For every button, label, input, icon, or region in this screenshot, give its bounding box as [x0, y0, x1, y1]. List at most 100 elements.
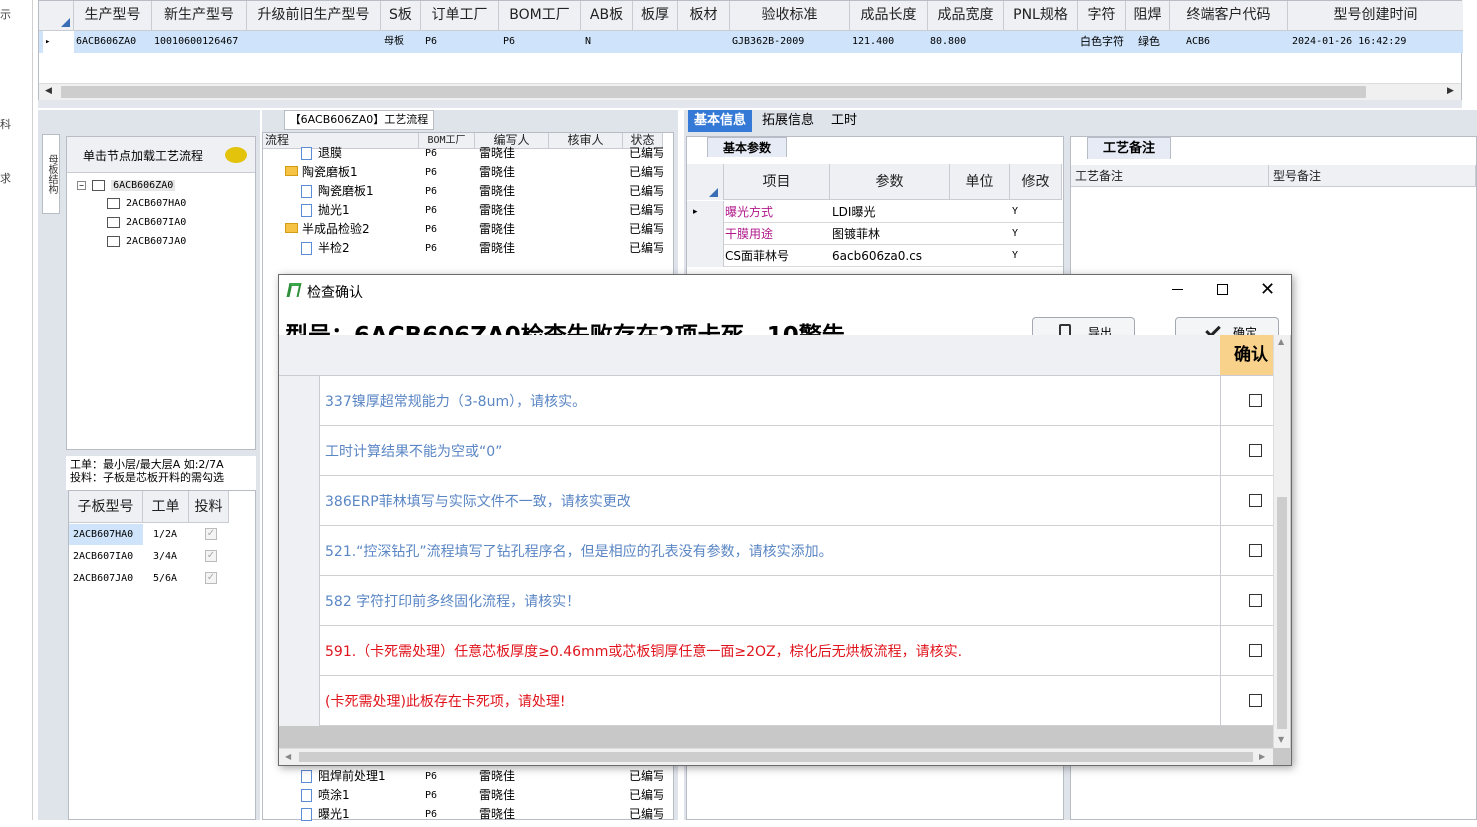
tree-child-3[interactable]: 2ACB607JA0	[107, 233, 186, 251]
col-created[interactable]: 型号创建时间	[1288, 1, 1463, 30]
scroll-left-icon[interactable]: ◀	[45, 86, 52, 96]
process-row[interactable]: 曝光1 P6 雷晓佳 已编写	[263, 805, 663, 824]
hscroll-thumb[interactable]	[299, 752, 1253, 762]
basic-col-unit[interactable]: 单位	[950, 164, 1010, 200]
basic-col-param[interactable]: 参数	[830, 164, 950, 200]
remark-col-process[interactable]: 工艺备注	[1071, 165, 1269, 187]
process-title-tab[interactable]: 【6ACB606ZA0】工艺流程	[284, 110, 434, 130]
col-order-factory[interactable]: 订单工厂	[421, 1, 499, 30]
ok-button[interactable]: 确定	[1175, 317, 1279, 337]
basic-param-row[interactable]: 干膜用途 图镀菲林 Y	[687, 223, 1063, 245]
scroll-up-icon[interactable]: ▲	[1278, 337, 1284, 346]
result-row[interactable]: 386ERP菲林填写与实际文件不一致，请核实更改	[279, 476, 1273, 526]
sub-col-model[interactable]: 子板型号	[69, 491, 143, 523]
col-new-model[interactable]: 新生产型号	[152, 1, 247, 30]
sub-row-2-feed-checkbox[interactable]: ✓	[205, 550, 217, 562]
process-row[interactable]: 半成品检验2 P6 雷晓佳 已编写	[263, 220, 663, 239]
grid-hscrollbar[interactable]: ◀ ▶	[279, 748, 1273, 765]
process-bom: P6	[425, 148, 438, 159]
sub-row-1[interactable]: 2ACB607HA0	[69, 524, 143, 545]
col-thickness[interactable]: 板厚	[633, 1, 678, 30]
tab-extended-info[interactable]: 拓展信息	[756, 110, 820, 132]
process-status: 已编写	[629, 241, 663, 255]
basic-param-row[interactable]: CS面菲林号 6acb606za0.cs Y	[687, 245, 1063, 267]
top-grid-hscroll-thumb[interactable]	[61, 86, 1366, 98]
col-solder[interactable]: 阻焊	[1126, 1, 1170, 30]
basic-col-item[interactable]: 项目	[724, 164, 830, 200]
process-row[interactable]: 阻焊前处理1 P6 雷晓佳 已编写	[263, 767, 663, 786]
remark-col-model[interactable]: 型号备注	[1269, 165, 1476, 187]
close-icon[interactable]: ✕	[1260, 279, 1275, 301]
grid-vscrollbar[interactable]: ▲ ▼	[1273, 335, 1290, 748]
sub-row-3[interactable]: 2ACB607JA0	[73, 568, 133, 589]
sub-col-feed[interactable]: 投料	[189, 491, 229, 523]
tree-child-1[interactable]: 2ACB607HA0	[107, 195, 186, 213]
col-width[interactable]: 成品宽度	[928, 1, 1004, 30]
col-standard[interactable]: 验收标准	[730, 1, 850, 30]
process-row[interactable]: 半检2 P6 雷晓佳 已编写	[263, 239, 663, 258]
process-name: 喷涂1	[318, 788, 350, 802]
tab-work-hours[interactable]: 工时	[824, 110, 864, 132]
sub-row-3-feed-checkbox[interactable]: ✓	[205, 572, 217, 584]
sub-row-2-order: 3/4A	[153, 551, 178, 562]
sub-row-2[interactable]: 2ACB607IA0	[73, 546, 133, 567]
confirm-checkbox[interactable]	[1249, 694, 1262, 707]
confirm-checkbox[interactable]	[1249, 644, 1262, 657]
process-writer: 雷晓佳	[479, 165, 516, 179]
scroll-down-icon[interactable]: ▼	[1278, 735, 1284, 744]
col-customer[interactable]: 终端客户代码	[1170, 1, 1288, 30]
top-grid-hscrollbar[interactable]: ◀ ▶	[39, 83, 1461, 100]
scroll-left-icon[interactable]: ◀	[285, 752, 291, 761]
col-bom-factory[interactable]: BOM工厂	[499, 1, 581, 30]
document-icon	[301, 147, 312, 160]
col-old-model[interactable]: 升级前旧生产型号	[247, 1, 381, 30]
result-row[interactable]: 521.“控深钻孔”流程填写了钻孔程序名，但是相应的孔表没有参数，请核实添加。	[279, 526, 1273, 576]
confirm-checkbox[interactable]	[1249, 494, 1262, 507]
export-button[interactable]: 导出	[1032, 317, 1135, 337]
confirm-checkbox[interactable]	[1249, 444, 1262, 457]
tab-basic-info[interactable]: 基本信息	[688, 110, 752, 132]
scroll-right-icon[interactable]: ▶	[1447, 86, 1454, 96]
basic-item: CS面菲林号	[725, 249, 789, 263]
basic-col-mod[interactable]: 修改	[1010, 164, 1062, 200]
col-pnl[interactable]: PNL规格	[1004, 1, 1078, 30]
result-row[interactable]: 591.（卡死需处理）任意芯板厚度≥0.46mm或芯板铜厚任意一面≥2OZ，棕化…	[279, 626, 1273, 676]
col-char[interactable]: 字符	[1078, 1, 1126, 30]
tree-child-2[interactable]: 2ACB607IA0	[107, 214, 186, 232]
confirm-checkbox[interactable]	[1249, 594, 1262, 607]
col-ab-board[interactable]: AB板	[581, 1, 633, 30]
process-row[interactable]: 陶瓷磨板1 P6 雷晓佳 已编写	[263, 182, 663, 201]
col-model[interactable]: 生产型号	[74, 1, 152, 30]
sub-col-order[interactable]: 工单	[143, 491, 189, 523]
process-row[interactable]: 陶瓷磨板1 P6 雷晓佳 已编写	[263, 163, 663, 182]
col-s-board[interactable]: S板	[381, 1, 421, 30]
vscroll-thumb[interactable]	[1277, 497, 1287, 729]
result-message: 582 字符打印前多终固化流程，请核实！	[325, 594, 581, 610]
col-material[interactable]: 板材	[678, 1, 730, 30]
scroll-right-icon[interactable]: ▶	[1259, 752, 1265, 761]
top-grid-row[interactable]: ▸ 6ACB606ZA0 10010600126467 母板 P6 P6 N G…	[39, 31, 1463, 53]
minimize-icon[interactable]	[1172, 289, 1183, 290]
maximize-icon[interactable]	[1217, 284, 1228, 295]
confirm-checkbox[interactable]	[1249, 544, 1262, 557]
process-row[interactable]: 喷涂1 P6 雷晓佳 已编写	[263, 786, 663, 805]
result-row[interactable]: (卡死需处理)此板存在卡死项，请处理!	[279, 676, 1273, 726]
process-bom: P6	[425, 167, 438, 178]
col-length[interactable]: 成品长度	[850, 1, 928, 30]
confirm-checkbox[interactable]	[1249, 394, 1262, 407]
sub-row-1-feed-checkbox[interactable]: ✓	[205, 528, 217, 540]
tree-root[interactable]: − 6ACB606ZA0	[77, 177, 176, 195]
basic-params-tab[interactable]: 基本参数	[707, 137, 787, 157]
process-row[interactable]: 退膜 P6 雷晓佳 已编写	[263, 144, 663, 163]
remark-tab[interactable]: 工艺备注	[1087, 137, 1171, 159]
process-row[interactable]: 抛光1 P6 雷晓佳 已编写	[263, 201, 663, 220]
result-row[interactable]: 582 字符打印前多终固化流程，请核实！	[279, 576, 1273, 626]
expand-minus-icon[interactable]: −	[77, 181, 86, 190]
result-row[interactable]: 工时计算结果不能为空或“0”	[279, 426, 1273, 476]
basic-rows: ▸ 曝光方式 LDI曝光 Y 干膜用途 图镀菲林 Y CS面菲林号 6acb606za0.cs Y	[687, 201, 1063, 285]
vertical-tab-mother-structure[interactable]: 母板结构	[42, 134, 60, 214]
basic-param-row[interactable]: ▸ 曝光方式 LDI曝光 Y	[687, 201, 1063, 223]
result-row[interactable]: 337镍厚超常规能力（3-8um），请核实。	[279, 376, 1273, 426]
col-confirm[interactable]: 确认	[1220, 335, 1273, 376]
horizontal-splitter[interactable]	[38, 100, 1462, 108]
